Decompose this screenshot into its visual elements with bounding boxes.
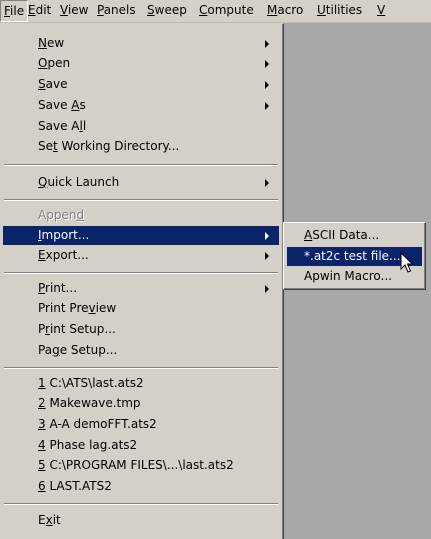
menu-view[interactable]: View [57, 0, 91, 22]
menu-item-save-all[interactable]: Save All [3, 117, 279, 136]
submenu-arrow-icon [265, 81, 269, 89]
application-window: File Edit View Panels Sweep Compute Macr… [0, 0, 431, 539]
mouse-cursor-icon [400, 252, 414, 273]
menu-utilities[interactable]: Utilities [314, 0, 365, 22]
menu-item-exit[interactable]: Exit [3, 511, 279, 530]
menu-separator [4, 503, 278, 505]
menu-item-print-setup[interactable]: Print Setup... [3, 320, 279, 339]
recent-file-item[interactable]: 2 Makewave.tmp [3, 394, 279, 413]
submenu-arrow-icon [265, 285, 269, 293]
submenu-arrow-icon [265, 252, 269, 260]
menu-compute[interactable]: Compute [196, 0, 257, 22]
submenu-arrow-icon [265, 102, 269, 110]
menu-separator [4, 164, 278, 166]
submenu-arrow-icon [265, 40, 269, 48]
menu-file[interactable]: File [0, 0, 29, 22]
submenu-arrow-icon [265, 60, 269, 68]
menu-separator [4, 367, 278, 369]
recent-file-item[interactable]: 1 C:\ATS\last.ats2 [3, 374, 279, 393]
recent-file-item[interactable]: 3 A-A demoFFT.ats2 [3, 415, 279, 434]
recent-file-item[interactable]: 6 LAST.ATS2 [3, 477, 279, 496]
menu-item-save[interactable]: Save [3, 75, 279, 94]
menu-item-new[interactable]: New [3, 34, 279, 53]
menu-item-print[interactable]: Print... [3, 279, 279, 298]
menu-separator [4, 199, 278, 201]
menu-item-import[interactable]: Import... [3, 226, 279, 245]
menu-item-print-preview[interactable]: Print Preview [3, 299, 279, 318]
menu-item-save-as[interactable]: Save As [3, 96, 279, 115]
menu-separator [4, 272, 278, 274]
menu-window-partial[interactable]: V [374, 0, 388, 22]
recent-file-item[interactable]: 4 Phase lag.ats2 [3, 436, 279, 455]
file-menu: New Open Save Save As Save All Set Worki… [0, 23, 284, 539]
menu-item-page-setup[interactable]: Page Setup... [3, 341, 279, 360]
menu-item-export[interactable]: Export... [3, 246, 279, 265]
menu-item-open[interactable]: Open [3, 54, 279, 73]
menu-macro[interactable]: Macro [264, 0, 306, 22]
submenu-item-ascii-data[interactable]: ASCII Data... [287, 226, 422, 245]
menu-item-quick-launch[interactable]: Quick Launch [3, 173, 279, 192]
menu-edit[interactable]: Edit [25, 0, 54, 22]
menu-sweep[interactable]: Sweep [144, 0, 190, 22]
submenu-arrow-icon [265, 179, 269, 187]
menu-item-append: Append [38, 208, 85, 222]
menu-panels[interactable]: Panels [94, 0, 139, 22]
recent-file-item[interactable]: 5 C:\PROGRAM FILES\...\last.ats2 [3, 456, 279, 475]
menu-item-set-working-directory[interactable]: Set Working Directory... [3, 137, 279, 156]
menu-bar: File Edit View Panels Sweep Compute Macr… [0, 0, 431, 23]
submenu-arrow-icon [265, 232, 269, 240]
